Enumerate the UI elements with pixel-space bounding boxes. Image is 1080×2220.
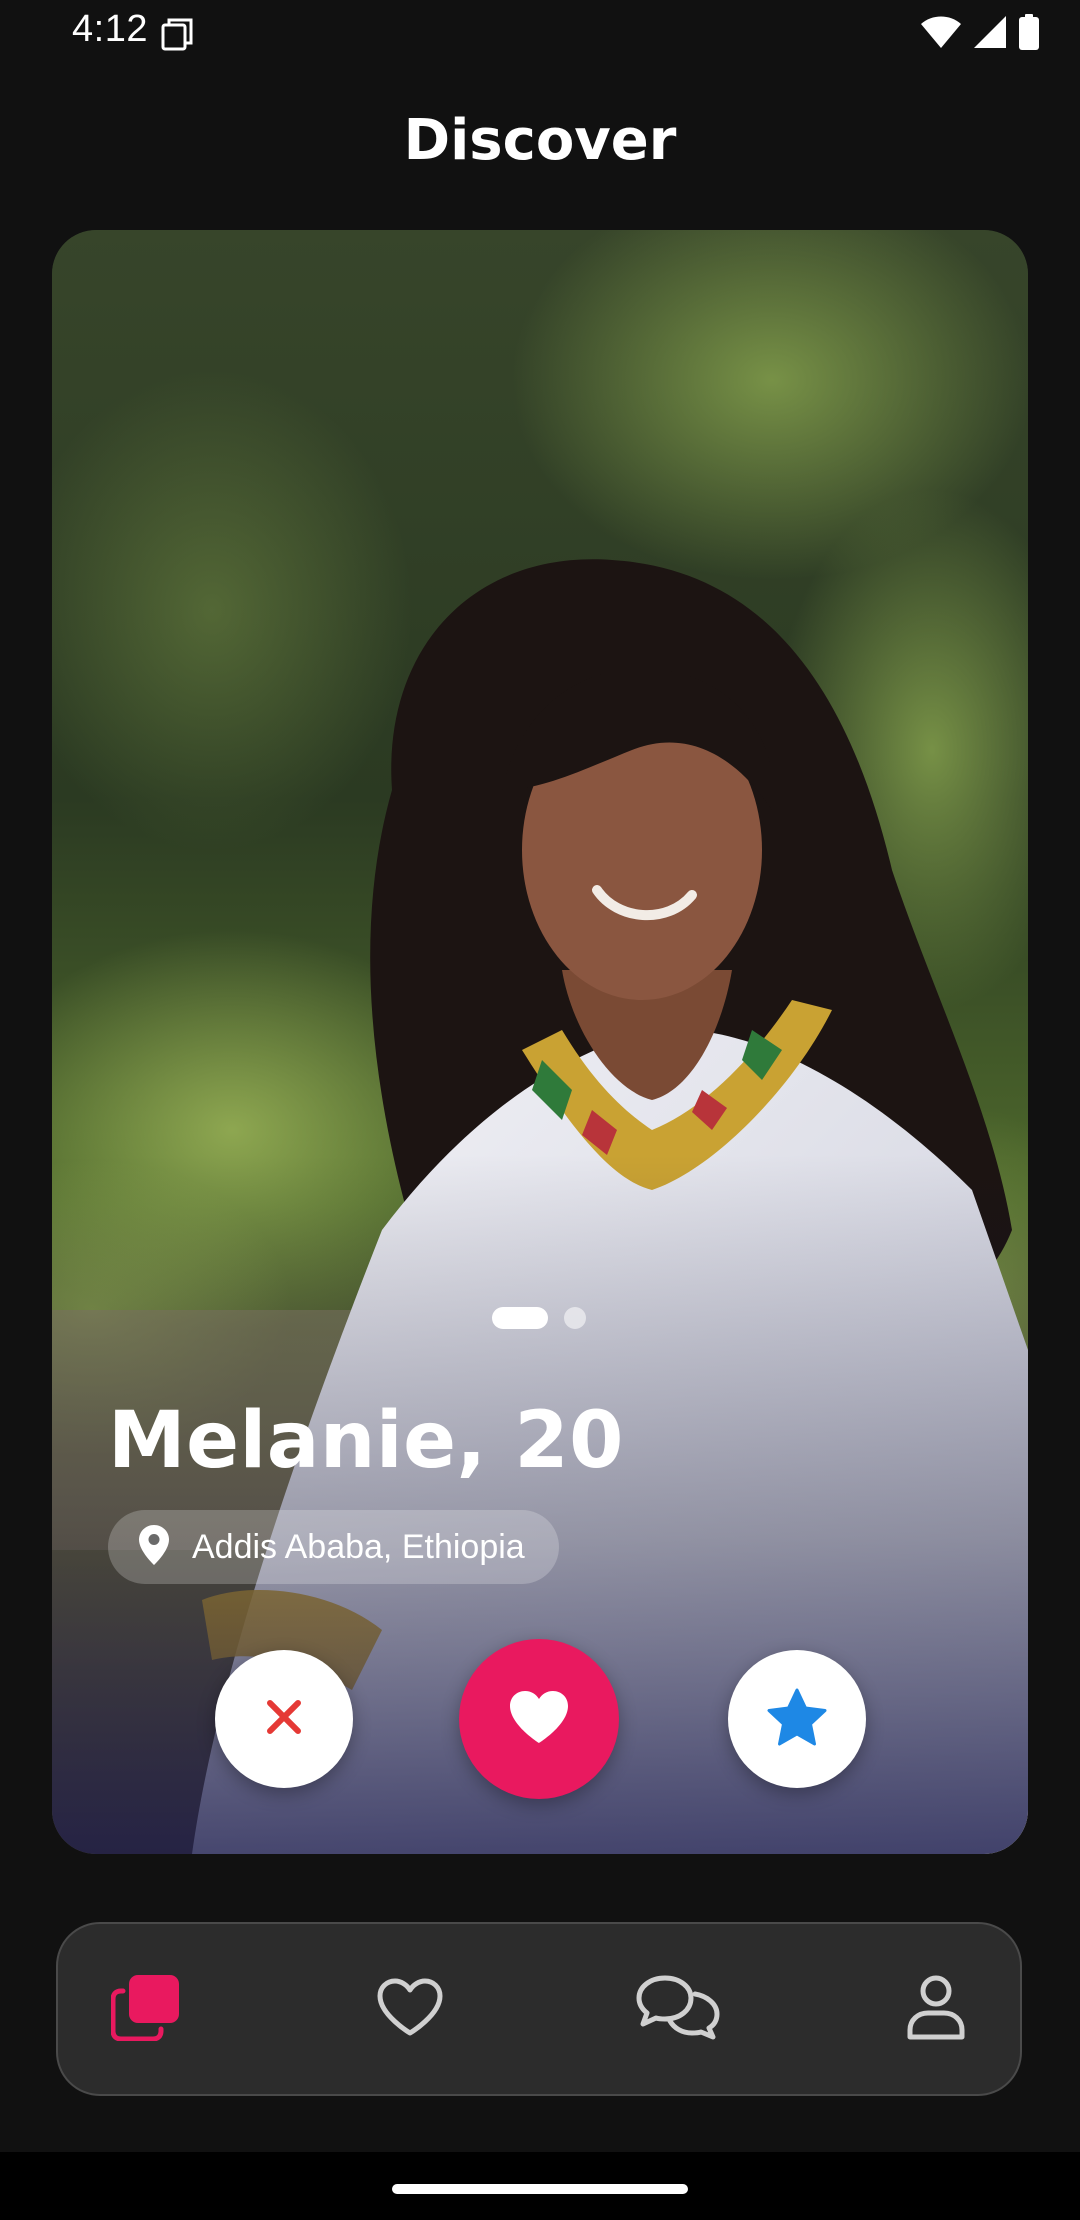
- nav-item-chats[interactable]: [618, 1924, 738, 2094]
- dislike-button[interactable]: [215, 1650, 353, 1788]
- nav-item-profile[interactable]: [876, 1924, 996, 2094]
- nav-item-likes[interactable]: [350, 1924, 470, 2094]
- cellular-signal-icon: [972, 15, 1008, 53]
- person-icon: [906, 1974, 966, 2044]
- bottom-nav: [56, 1922, 1022, 2096]
- star-icon: [767, 1688, 827, 1750]
- status-bar: 4:12: [0, 0, 1080, 64]
- nav-item-discover[interactable]: [86, 1924, 206, 2094]
- sim-card-icon: [160, 16, 194, 52]
- location-text: Addis Ababa, Ethiopia: [192, 1527, 525, 1566]
- map-pin-icon: [138, 1524, 170, 1570]
- photo-dot[interactable]: [564, 1307, 586, 1329]
- photo-dot-active[interactable]: [492, 1307, 548, 1329]
- status-time: 4:12: [72, 8, 148, 50]
- status-icons: [920, 14, 1040, 54]
- heart-icon: [508, 1689, 570, 1749]
- photo-page-indicator: [492, 1307, 586, 1329]
- wifi-icon: [920, 15, 962, 53]
- chat-bubbles-icon: [635, 1974, 721, 2044]
- close-icon: [265, 1698, 303, 1740]
- battery-icon: [1018, 14, 1040, 54]
- cards-icon: [110, 1973, 181, 2045]
- heart-outline-icon: [376, 1977, 444, 2041]
- home-indicator[interactable]: [392, 2184, 688, 2194]
- superlike-button[interactable]: [728, 1650, 866, 1788]
- like-button[interactable]: [459, 1639, 619, 1799]
- profile-card[interactable]: Melanie, 20 Addis Ababa, Ethiopia: [52, 230, 1028, 1854]
- profile-name-age: Melanie, 20: [108, 1396, 624, 1486]
- page-title: Discover: [403, 108, 677, 173]
- system-navigation-bar: [0, 2152, 1080, 2220]
- location-badge: Addis Ababa, Ethiopia: [108, 1510, 559, 1584]
